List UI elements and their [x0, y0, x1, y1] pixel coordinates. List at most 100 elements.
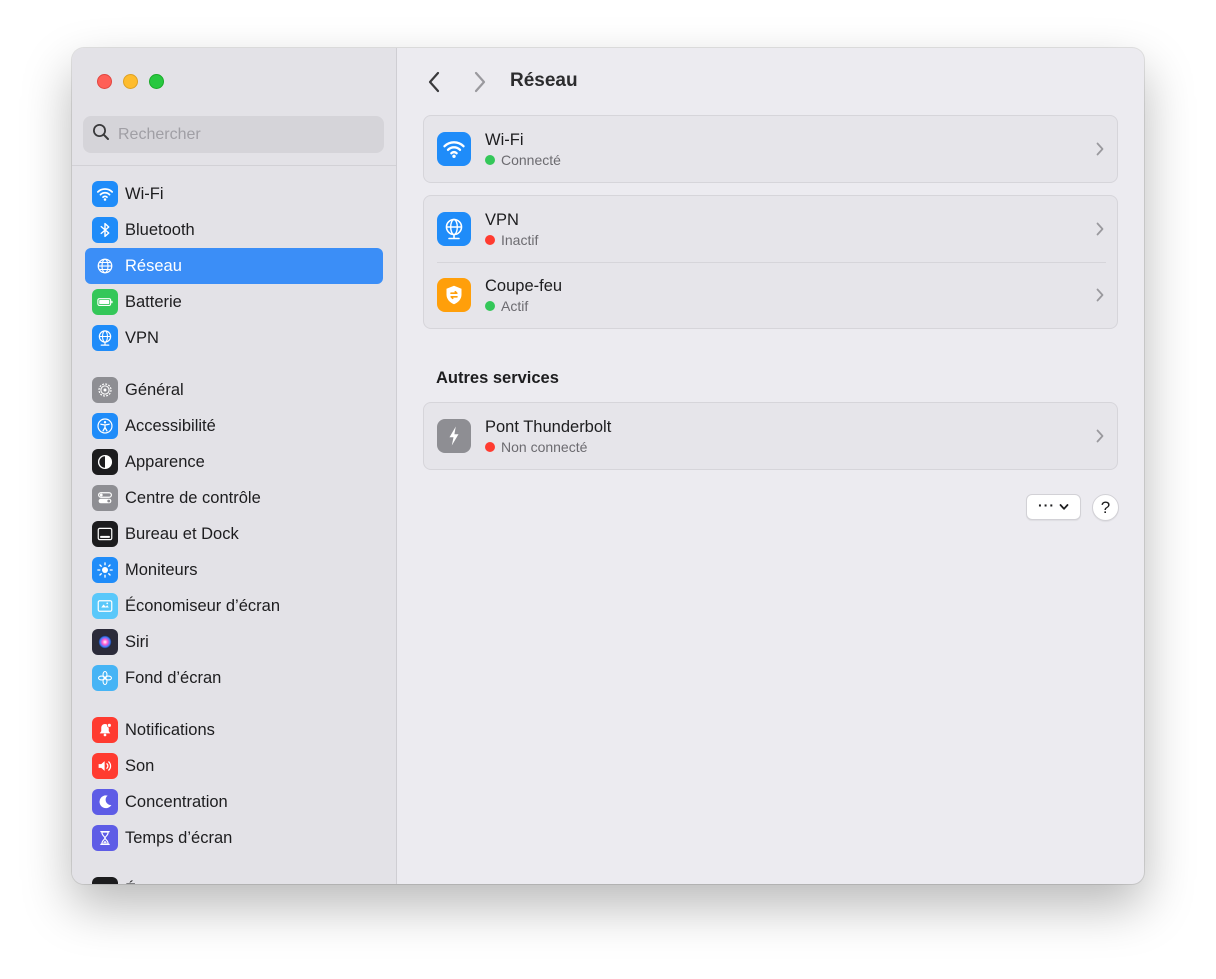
chevron-right-icon	[1096, 222, 1104, 236]
network-service-row[interactable]: VPN Inactif	[424, 196, 1117, 262]
help-button[interactable]: ?	[1092, 494, 1119, 521]
row-text: Coupe-feu Actif	[485, 276, 562, 314]
network-service-row[interactable]: Pont Thunderbolt Non connecté	[424, 403, 1117, 469]
globe-icon	[92, 253, 118, 279]
sidebar-group: É	[85, 872, 383, 884]
firewall-shield-icon	[437, 278, 471, 312]
sidebar-item-label: Général	[125, 380, 184, 399]
sidebar-item-label: É	[125, 881, 136, 885]
status-badge: Inactif	[485, 232, 538, 248]
close-button[interactable]	[97, 74, 112, 89]
battery-icon	[92, 289, 118, 315]
chevron-right-icon	[1096, 142, 1104, 156]
sidebar-item-label: Concentration	[125, 792, 228, 811]
sidebar-list: Wi-Fi Bluetooth Réseau Batterie VPN Général Ac…	[85, 176, 383, 884]
wifi-icon	[92, 181, 118, 207]
sidebar-item-label: Réseau	[125, 256, 182, 275]
search-icon	[92, 123, 110, 146]
dock-icon	[92, 521, 118, 547]
chevron-down-icon	[1059, 504, 1069, 510]
wifi-card: Wi-Fi Connecté	[423, 115, 1118, 183]
sidebar-item-label: Bureau et Dock	[125, 524, 239, 543]
vpn-firewall-card: VPN Inactif Coupe-feu Actif	[423, 195, 1118, 329]
sidebar: Wi-Fi Bluetooth Réseau Batterie VPN Général Ac…	[72, 48, 397, 884]
sidebar-item[interactable]: Wi-Fi	[85, 176, 383, 212]
sidebar-divider	[72, 165, 396, 166]
sidebar-item[interactable]: Bureau et Dock	[85, 516, 383, 552]
sidebar-item[interactable]: VPN	[85, 320, 383, 356]
back-button[interactable]	[421, 69, 447, 95]
row-text: Wi-Fi Connecté	[485, 130, 561, 168]
sidebar-item-label: VPN	[125, 328, 159, 347]
sidebar-item-label: Wi-Fi	[125, 184, 164, 203]
network-service-row[interactable]: Wi-Fi Connecté	[424, 116, 1117, 182]
bell-icon	[92, 717, 118, 743]
row-text: VPN Inactif	[485, 210, 538, 248]
sidebar-item[interactable]: É	[85, 872, 383, 884]
sidebar-item[interactable]: Bluetooth	[85, 212, 383, 248]
chevron-left-icon	[428, 71, 440, 93]
sidebar-item[interactable]: Temps d’écran	[85, 820, 383, 856]
sidebar-item-label: Économiseur d’écran	[125, 596, 280, 615]
sidebar-item[interactable]: Centre de contrôle	[85, 480, 383, 516]
service-name: Wi-Fi	[485, 131, 524, 149]
status-dot-icon	[485, 235, 495, 245]
sidebar-item-label: Centre de contrôle	[125, 488, 261, 507]
sidebar-item[interactable]: Moniteurs	[85, 552, 383, 588]
status-text: Inactif	[501, 232, 539, 248]
status-dot-icon	[485, 301, 495, 311]
vpn-globe-icon	[92, 325, 118, 351]
sun-icon	[92, 557, 118, 583]
sidebar-item-label: Accessibilité	[125, 416, 216, 435]
status-text: Non connecté	[501, 439, 588, 455]
gear-icon	[92, 377, 118, 403]
sidebar-item[interactable]: Réseau	[85, 248, 383, 284]
screensaver-icon	[92, 593, 118, 619]
hourglass-icon	[92, 825, 118, 851]
appearance-icon	[92, 449, 118, 475]
network-service-row[interactable]: Coupe-feu Actif	[424, 262, 1117, 328]
sidebar-group: Notifications Son Concentration Temps d’écr…	[85, 712, 383, 856]
sidebar-group: Général Accessibilité Apparence Centre de c…	[85, 372, 383, 696]
toolbar: Réseau	[397, 68, 1144, 96]
sidebar-item[interactable]: Siri	[85, 624, 383, 660]
thunderbolt-icon	[437, 419, 471, 453]
sidebar-item[interactable]: Concentration	[85, 784, 383, 820]
service-name: Pont Thunderbolt	[485, 418, 612, 436]
sidebar-item-label: Moniteurs	[125, 560, 198, 579]
minimize-button[interactable]	[123, 74, 138, 89]
sidebar-item-label: Apparence	[125, 452, 205, 471]
sidebar-item[interactable]: Économiseur d’écran	[85, 588, 383, 624]
page-title: Réseau	[510, 70, 578, 91]
sidebar-item-label: Notifications	[125, 720, 215, 739]
control-center-icon	[92, 485, 118, 511]
window-controls	[97, 74, 164, 89]
sidebar-item[interactable]: Batterie	[85, 284, 383, 320]
sidebar-item[interactable]: Notifications	[85, 712, 383, 748]
settings-window: Wi-Fi Bluetooth Réseau Batterie VPN Général Ac…	[72, 48, 1144, 884]
service-name: VPN	[485, 211, 519, 229]
status-dot-icon	[485, 442, 495, 452]
search-input[interactable]	[118, 125, 368, 144]
search-field[interactable]	[83, 116, 384, 153]
sidebar-item[interactable]: Fond d’écran	[85, 660, 383, 696]
sidebar-item[interactable]: Accessibilité	[85, 408, 383, 444]
forward-button[interactable]	[467, 69, 493, 95]
zoom-button[interactable]	[149, 74, 164, 89]
more-options-button[interactable]: ···	[1026, 494, 1081, 520]
ellipsis-icon: ···	[1038, 497, 1055, 513]
status-badge: Actif	[485, 298, 562, 314]
status-text: Connecté	[501, 152, 561, 168]
status-badge: Non connecté	[485, 439, 611, 455]
sidebar-item[interactable]: Général	[85, 372, 383, 408]
sidebar-item-label: Son	[125, 756, 155, 775]
sidebar-item-label: Batterie	[125, 292, 182, 311]
partial-icon	[92, 877, 118, 884]
accessibility-icon	[92, 413, 118, 439]
bluetooth-icon	[92, 217, 118, 243]
sidebar-group: Wi-Fi Bluetooth Réseau Batterie VPN	[85, 176, 383, 356]
sidebar-item[interactable]: Apparence	[85, 444, 383, 480]
vpn-globe-icon	[437, 212, 471, 246]
flower-icon	[92, 665, 118, 691]
sidebar-item[interactable]: Son	[85, 748, 383, 784]
